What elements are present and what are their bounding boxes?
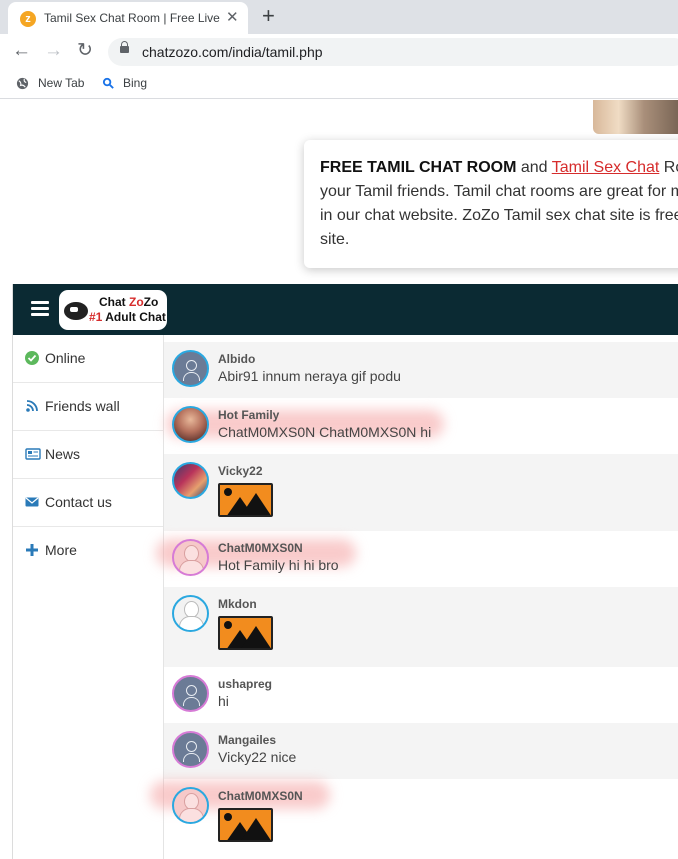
chat-post: ushapreg hi [164,667,678,723]
post-username[interactable]: Mangailes [218,733,276,747]
url-text: chatzozo.com/india/tamil.php [142,44,323,60]
reload-icon[interactable]: ↻ [77,40,93,62]
sidebar-item-online[interactable]: Online [13,335,163,383]
chat-post: ChatM0MXS0N Hot Family hi hi bro [156,531,678,587]
sidebar-item-news[interactable]: News [13,431,163,479]
chat-post: Vicky22 [164,454,678,531]
chatzozo-favicon-icon: z [20,11,36,27]
avatar[interactable] [172,406,209,443]
info-text-line1-rest: Roo [663,159,678,176]
new-tab-icon[interactable]: + [262,5,275,27]
post-username[interactable]: ChatM0MXS0N [218,541,303,555]
bookmarks-bar: New Tab Bing [0,70,678,99]
search-icon [102,77,114,89]
close-tab-icon[interactable]: ✕ [226,10,239,26]
chat-post: ChatM0MXS0N [150,779,678,859]
post-username[interactable]: Mkdon [218,597,257,611]
chat-feed: Albido Abir91 innum neraya gif podu Hot … [150,342,678,859]
sidebar-item-label: Online [45,350,86,366]
bookmark-new-tab[interactable]: New Tab [38,76,84,90]
tab-title: Tamil Sex Chat Room | Free Live T [44,11,220,25]
post-message: Hot Family hi hi bro [218,557,339,573]
info-heading: FREE TAMIL CHAT ROOM [320,159,517,176]
post-message: Vicky22 nice [218,749,297,765]
plus-icon [26,544,38,556]
post-message: ChatM0MXS0N ChatM0MXS0N hi [218,424,432,440]
avatar[interactable] [172,595,209,632]
sidebar-item-label: Contact us [45,494,112,510]
info-text: FREE TAMIL CHAT ROOM and Tamil Sex Chat … [320,156,678,252]
chat-header: Chat ZoZo #1 Adult Chat [13,284,678,335]
info-text-and: and [516,159,552,176]
forward-arrow-icon[interactable]: → [44,40,63,62]
logo-line1: Chat ZoZo [99,295,159,309]
lock-icon [120,41,129,53]
logo-mark-icon [64,302,88,320]
globe-icon [16,77,29,90]
browser-toolbar: ← → ↻ chatzozo.com/india/tamil.php [0,34,678,70]
sidebar-item-label: News [45,446,81,462]
post-message: Abir91 innum neraya gif podu [218,368,401,384]
chat-post: Hot Family ChatM0MXS0N ChatM0MXS0N hi [164,398,678,454]
bookmark-bing[interactable]: Bing [123,76,147,90]
info-text-line3: in our chat website. ZoZo Tamil sex chat… [320,207,678,224]
image-attachment-icon[interactable] [218,616,273,650]
logo-line2: #1 Adult Chat [89,310,166,324]
rss-icon [26,400,38,412]
sidebar-item-label: Friends wall [45,398,120,414]
avatar[interactable] [172,462,209,499]
back-arrow-icon[interactable]: ← [12,40,31,62]
avatar[interactable] [172,731,209,768]
avatar[interactable] [172,675,209,712]
post-username[interactable]: ushapreg [218,677,272,691]
ad-thumbnail-image[interactable] [593,100,678,134]
info-text-line4: site. [320,231,350,248]
avatar[interactable] [172,787,209,824]
chat-sidebar: Online Friends wall News Contact us More [13,335,164,859]
avatar[interactable] [172,350,209,387]
info-text-line2: your Tamil friends. Tamil chat rooms are… [320,183,678,200]
info-card: FREE TAMIL CHAT ROOM and Tamil Sex Chat … [304,140,678,268]
sidebar-item-contact-us[interactable]: Contact us [13,479,163,527]
chatzozo-logo[interactable]: Chat ZoZo #1 Adult Chat [59,290,167,330]
chat-post: Mkdon [164,587,678,667]
image-attachment-icon[interactable] [218,483,273,517]
post-username[interactable]: Albido [218,352,255,366]
post-message: hi [218,693,229,709]
sidebar-item-friends-wall[interactable]: Friends wall [13,383,163,431]
chat-post: Albido Abir91 innum neraya gif podu [164,342,678,398]
post-username[interactable]: ChatM0MXS0N [218,789,303,803]
envelope-icon [25,497,39,507]
browser-tab[interactable]: z Tamil Sex Chat Room | Free Live T ✕ [8,2,248,34]
sidebar-item-more[interactable]: More [13,527,163,574]
post-username[interactable]: Vicky22 [218,464,263,478]
post-username[interactable]: Hot Family [218,408,279,422]
image-attachment-icon[interactable] [218,808,273,842]
hamburger-menu-icon[interactable] [31,301,49,317]
newspaper-icon [25,448,41,460]
chat-app: Chat ZoZo #1 Adult Chat Online Friends w… [12,284,678,859]
browser-tabstrip: z Tamil Sex Chat Room | Free Live T ✕ + [0,0,678,34]
sidebar-item-label: More [45,542,77,558]
check-circle-icon [25,351,39,365]
tamil-sex-chat-link[interactable]: Tamil Sex Chat [552,159,660,176]
chat-post: Mangailes Vicky22 nice [164,723,678,779]
avatar[interactable] [172,539,209,576]
address-bar[interactable]: chatzozo.com/india/tamil.php [108,38,678,66]
